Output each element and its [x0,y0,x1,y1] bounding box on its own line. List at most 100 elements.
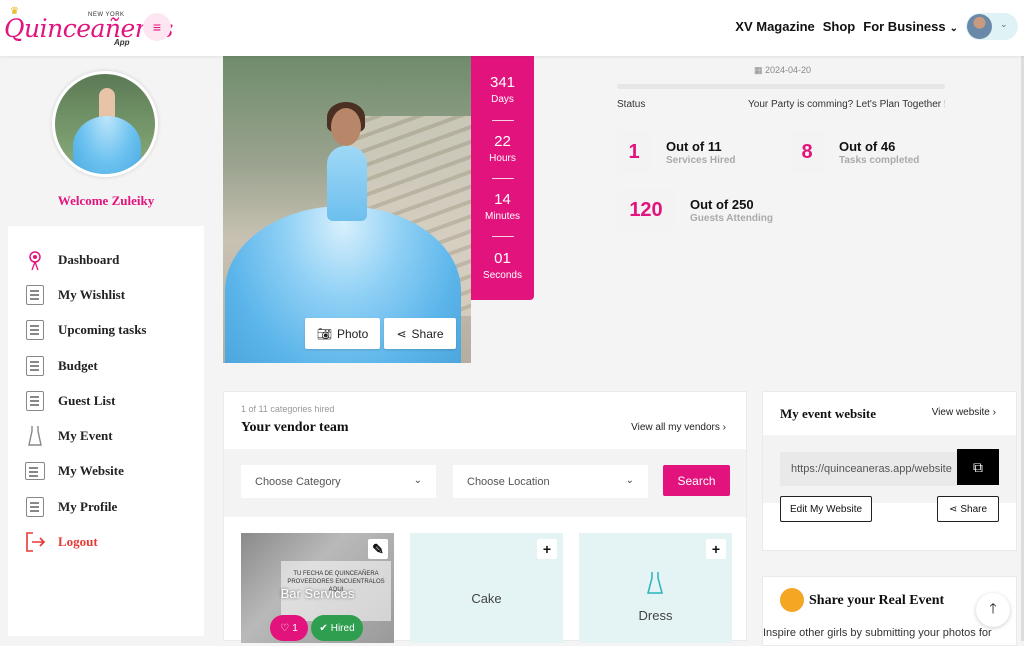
sidebar-item-label: Guest List [58,393,116,408]
location-select[interactable]: Choose Location ⌄ [453,465,648,498]
dashboard-flower-icon [24,249,46,271]
sidebar-item-logout[interactable]: Logout [8,527,204,557]
hamburger-icon: ≡ [152,19,162,35]
share-icon: ⋖ [396,326,407,341]
like-button[interactable]: ♡ 1 [270,615,308,641]
add-icon[interactable]: + [537,539,557,559]
countdown-minutes: 14 Minutes [471,191,534,222]
category-select[interactable]: Choose Category ⌄ [241,465,436,498]
hired-label: Hired [330,622,355,634]
photo-dress-bodice [327,146,367,221]
edit-website-button[interactable]: Edit My Website [780,496,872,522]
user-menu[interactable]: ⌄ [966,13,1018,40]
event-website-card: My event website View website › https://… [762,391,1017,551]
girl-emoji-icon [780,588,804,612]
profile-icon [24,496,46,518]
sidebar-item-dashboard[interactable]: Dashboard [8,245,204,275]
nav-link-shop[interactable]: Shop [823,19,856,34]
hired-badge: ✔ Hired [311,615,363,641]
photo-button[interactable]: 📷︎ Photo [305,318,380,349]
stat-guests-value: 120 [617,189,675,231]
vendor-tile-bar-services[interactable]: TU FECHA DE QUINCEAÑERA PROVEEDORES ENCU… [241,533,394,643]
countdown-label: Hours [489,153,516,164]
copy-icon: ⧉ [973,458,983,475]
share-event-text: Inspire other girls by submitting your p… [763,627,992,639]
share-event-title: Share your Real Event [809,593,945,608]
view-website-link[interactable]: View website › [932,407,996,418]
photo-button-label: Photo [336,326,369,341]
countdown-value: 341 [489,74,516,91]
website-url-field[interactable]: https://quinceaneras.app/website [780,452,957,486]
sidebar-item-event[interactable]: My Event [8,421,204,451]
calculator-icon [24,355,46,377]
share-icon: ⋖ [948,503,958,515]
vendor-tile-dress[interactable]: + Dress [579,533,732,643]
event-date-value: 2024-04-20 [765,65,812,75]
share-photo-button[interactable]: ⋖ Share [384,318,456,349]
countdown-label: Seconds [483,270,522,281]
logo-app: App [114,38,130,47]
profile-photo-dress [73,116,141,174]
nav-link-business[interactable]: For Business ⌄ [863,19,958,34]
chevron-down-icon: ⌄ [949,23,958,34]
view-website-label: View website [931,407,990,418]
share-website-label: Share [960,503,988,515]
top-nav-links: XV Magazine Shop For Business ⌄ [735,19,958,34]
countdown-value: 14 [494,191,511,208]
sidebar-item-label: My Wishlist [58,287,126,302]
menu-toggle-button[interactable]: ≡ [143,13,171,41]
sidebar-item-label: Upcoming tasks [58,322,147,337]
countdown-value: 22 [494,133,511,150]
stat-tasks-label: Tasks completed [839,155,920,166]
vendor-tile-cake[interactable]: + Cake [410,533,563,643]
check-icon: ✔ [319,622,328,634]
view-all-vendors-link[interactable]: View all my vendors › [631,422,726,433]
sidebar-item-website[interactable]: My Website [8,456,204,486]
vendor-tile-label: Dress [638,608,673,623]
countdown-days: 341 Days [471,74,534,105]
avatar [967,14,992,39]
sidebar-item-budget[interactable]: Budget [8,351,204,381]
share-button-label: Share [411,326,444,341]
chevron-right-icon: › [992,407,996,418]
stat-services-label: Services Hired [666,155,736,166]
edit-icon[interactable]: ✎ [368,539,388,559]
status-message: Your Party is comming? Let's Plan Togeth… [748,99,945,110]
dress-icon [645,571,665,600]
sidebar-item-tasks[interactable]: Upcoming tasks [8,315,204,345]
countdown-divider [492,120,514,121]
dress-icon [24,425,46,447]
sidebar-item-label: Dashboard [58,252,120,267]
calendar-icon: ▦ [754,65,766,75]
sidebar-item-guest-list[interactable]: Guest List [8,386,204,416]
chevron-down-icon: ⌄ [1000,19,1008,29]
stat-tasks-value: 8 [790,131,824,173]
countdown-label: Minutes [484,211,520,222]
brand-logo[interactable]: ♛ Quinceañeras NEW YORK App [4,6,173,48]
sidebar-item-profile[interactable]: My Profile [8,492,204,522]
nav-link-business-label: For Business [863,19,946,34]
top-navbar: ♛ Quinceañeras NEW YORK App ≡ XV Magazin… [0,0,1024,56]
website-url-bar: https://quinceaneras.app/website ⧉ [763,435,1016,503]
chevron-right-icon: › [722,422,726,433]
vendor-team-card: 1 of 11 categories hired Your vendor tea… [223,391,747,643]
checklist-icon [24,319,46,341]
scroll-to-top-button[interactable]: 🡑 [976,593,1010,627]
countdown-hours: 22 Hours [471,133,534,164]
add-icon[interactable]: + [706,539,726,559]
profile-photo [52,71,158,177]
welcome-text: Welcome Zuleiky [57,193,155,208]
countdown-divider [492,236,514,237]
heart-icon: ♡ [280,622,290,634]
countdown-label: Days [491,94,514,105]
sidebar-item-wishlist[interactable]: My Wishlist [8,280,204,310]
photo-face [331,108,361,146]
status-label: Status [617,99,646,110]
vendor-search-button[interactable]: Search [663,465,730,496]
share-website-button[interactable]: ⋖ Share [937,496,999,522]
sidebar-item-label: My Profile [58,499,118,514]
nav-link-magazine[interactable]: XV Magazine [735,19,814,34]
copy-url-button[interactable]: ⧉ [957,449,999,485]
stat-services-total: Out of 11 [666,139,722,154]
stat-tasks-total: Out of 46 [839,139,896,154]
